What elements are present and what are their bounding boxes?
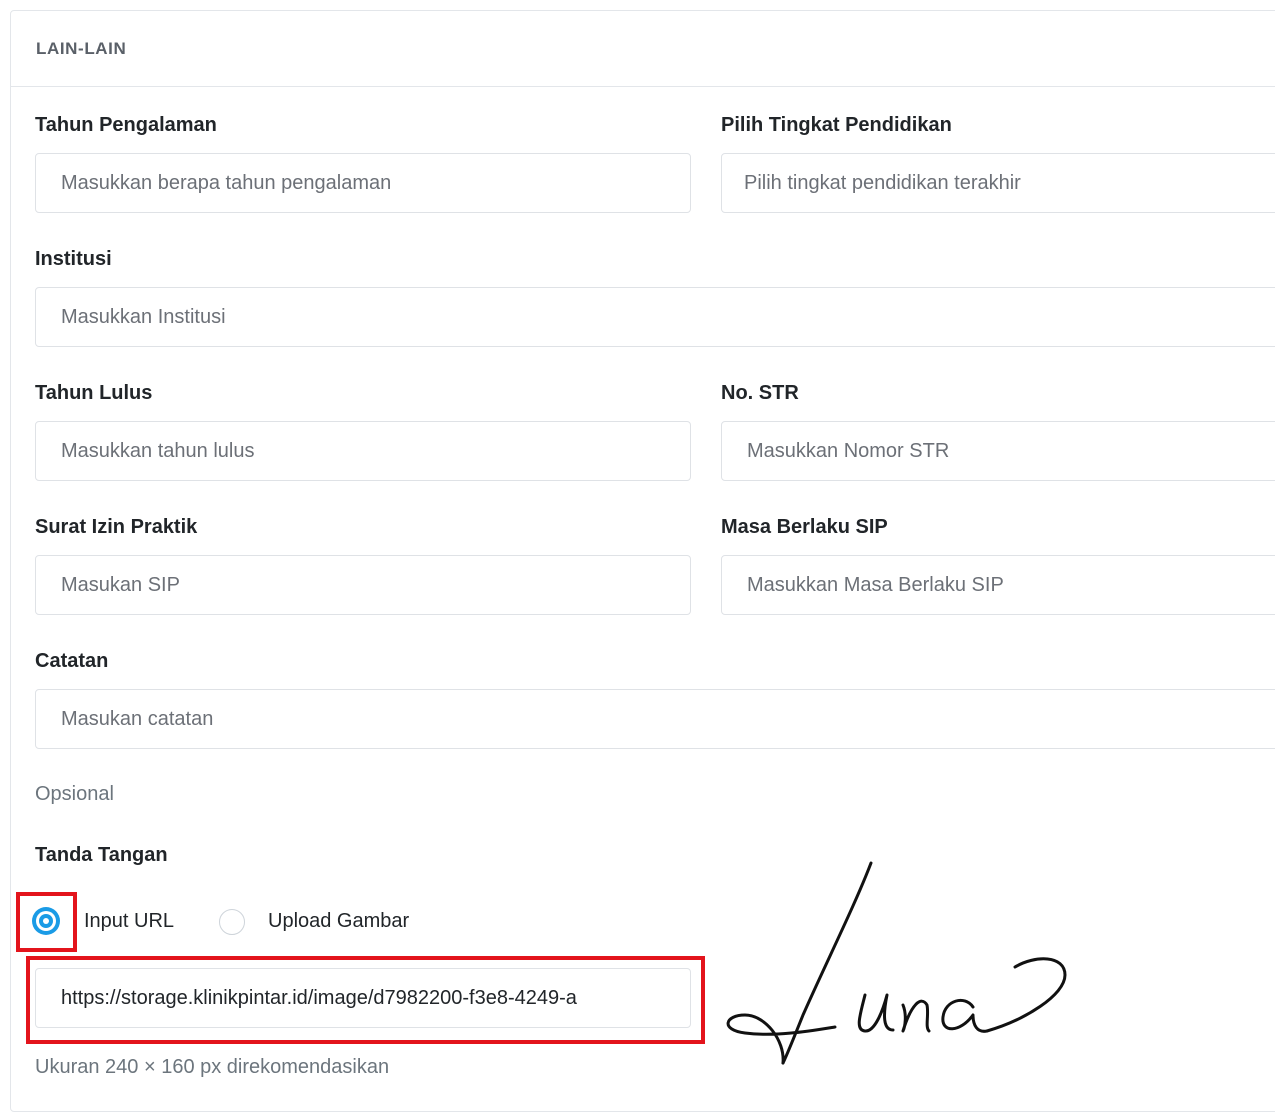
signature-help-text: Ukuran 240 × 160 px direkomendasikan xyxy=(35,1056,390,1078)
section-title: LAIN-LAIN xyxy=(36,39,127,58)
upload-image-radio[interactable] xyxy=(219,909,245,935)
signature-label: Tanda Tangan xyxy=(35,844,168,866)
experience-label: Tahun Pengalaman xyxy=(35,114,217,136)
graduation-year-input[interactable] xyxy=(35,421,691,481)
sip-validity-label: Masa Berlaku SIP xyxy=(721,516,888,538)
input-url-label[interactable]: Input URL xyxy=(84,910,174,933)
experience-input[interactable] xyxy=(35,153,691,213)
sip-label: Surat Izin Praktik xyxy=(35,516,198,538)
graduation-year-label: Tahun Lulus xyxy=(35,382,153,404)
radio-core xyxy=(43,918,49,924)
upload-image-label[interactable]: Upload Gambar xyxy=(268,910,409,933)
str-number-label: No. STR xyxy=(721,382,799,404)
education-label: Pilih Tingkat Pendidikan xyxy=(721,114,952,136)
notes-help-text: Opsional xyxy=(35,783,114,805)
institution-label: Institusi xyxy=(35,248,112,270)
input-url-radio[interactable] xyxy=(32,907,60,935)
signature-url-input[interactable] xyxy=(35,968,691,1028)
card-header: LAIN-LAIN xyxy=(11,11,1275,87)
education-select[interactable] xyxy=(721,153,1275,213)
str-number-input[interactable] xyxy=(721,421,1275,481)
signature-preview-image xyxy=(726,861,1067,1065)
institution-input[interactable] xyxy=(35,287,1275,347)
sip-validity-input[interactable] xyxy=(721,555,1275,615)
sip-input[interactable] xyxy=(35,555,691,615)
notes-label: Catatan xyxy=(35,650,109,672)
notes-input[interactable] xyxy=(35,689,1275,749)
